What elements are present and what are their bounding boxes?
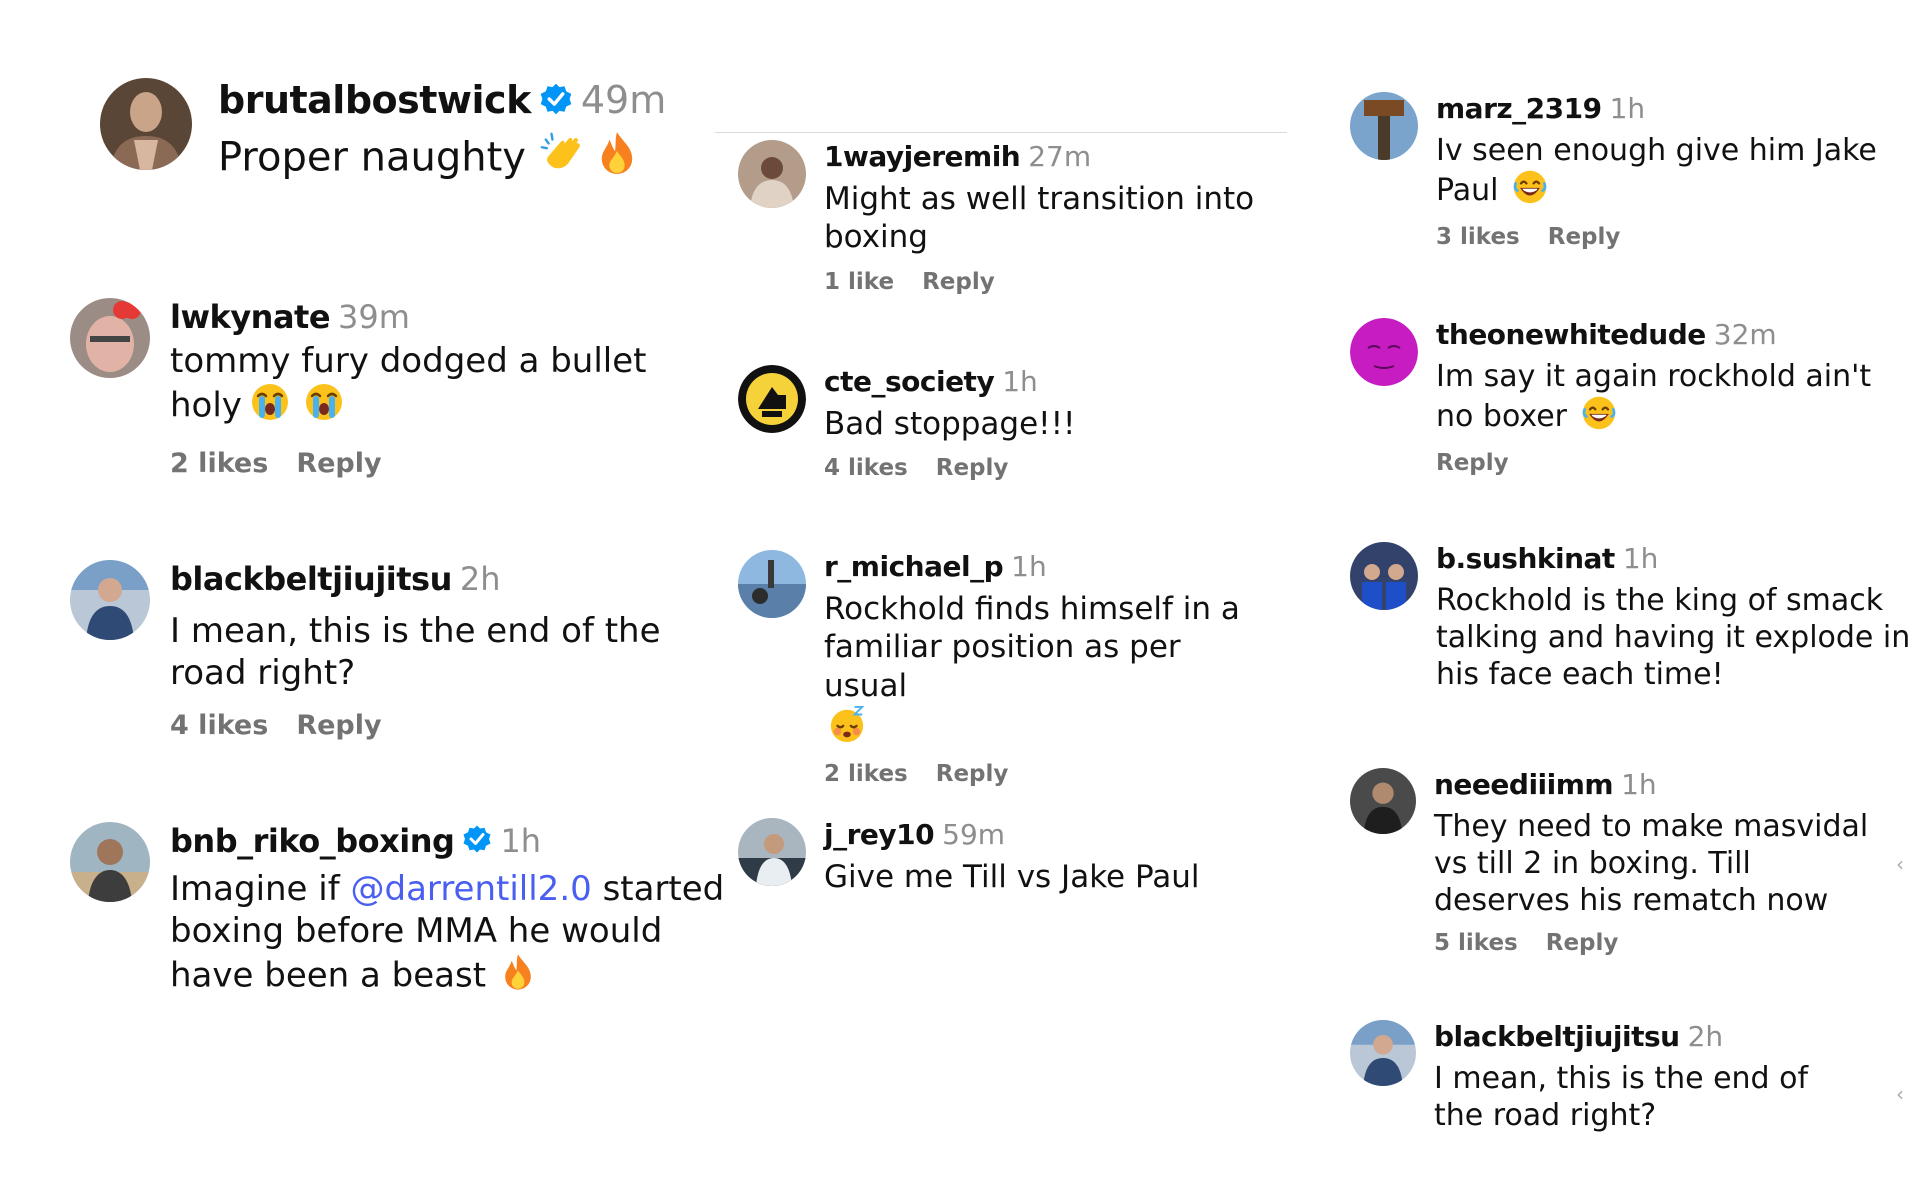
comment-blackbeltjiujitsu-2: blackbeltjiujitsu 2h I mean, this is the … [1350, 1020, 1920, 1160]
comment-lwkynate: lwkynate 39m tommy fury dodged a bullet h… [70, 298, 710, 508]
comment-time: 32m [1713, 318, 1777, 351]
comment-text: Give me Till vs Jake Paul [824, 859, 1200, 895]
comment-theonewhitedude: theonewhitedude 32m Im say it again rockh… [1350, 318, 1920, 498]
divider [715, 132, 1287, 133]
comment-username[interactable]: blackbeltjiujitsu [170, 560, 452, 598]
comment-username[interactable]: theonewhitedude [1436, 318, 1706, 351]
laughing-face-emoji-icon [1581, 395, 1617, 440]
reply-button[interactable]: Reply [1436, 450, 1509, 476]
comment-text: I mean, this is the end of the road righ… [1434, 1061, 1809, 1134]
avatar[interactable] [70, 822, 150, 902]
comment-username[interactable]: cte_society [824, 365, 995, 398]
comment-username[interactable]: marz_2319 [1436, 92, 1602, 125]
comment-username[interactable]: lwkynate [170, 298, 331, 336]
comment-blackbeltjiujitsu: blackbeltjiujitsu 2h I mean, this is the … [70, 560, 710, 770]
avatar[interactable] [1350, 1020, 1416, 1086]
comment-time: 2h [1687, 1020, 1724, 1053]
comment-text: Rockhold finds himself in a familiar pos… [824, 591, 1240, 704]
avatar[interactable] [100, 78, 192, 170]
comment-time: 59m [942, 818, 1006, 851]
verified-badge-icon [462, 824, 492, 862]
comment-time: 27m [1028, 140, 1092, 173]
comment-text: Might as well transition into boxing [824, 181, 1255, 256]
reply-button[interactable]: Reply [296, 710, 381, 741]
fire-emoji-icon [598, 130, 636, 189]
comment-time: 2h [459, 560, 501, 598]
comment-time: 1h [1011, 550, 1047, 583]
comment-username[interactable]: r_michael_p [824, 550, 1004, 583]
comment-brutalbostwick: brutalbostwick 49m Proper naughty [100, 78, 700, 198]
comment-username[interactable]: brutalbostwick [218, 78, 531, 122]
comment-time: 1h [1621, 768, 1657, 801]
laughing-face-emoji-icon [1512, 169, 1548, 214]
reply-button[interactable]: Reply [1546, 930, 1619, 956]
scroll-chevron-icon: ‹ [1896, 852, 1904, 876]
avatar[interactable] [1350, 92, 1418, 160]
comment-text: Bad stoppage!!! [824, 406, 1076, 442]
comment-username[interactable]: j_rey10 [824, 818, 935, 851]
likes-count[interactable]: 3 likes [1436, 224, 1520, 250]
comment-r-michael-p: r_michael_p 1h Rockhold finds himself in … [738, 550, 1298, 787]
verified-badge-icon [539, 81, 573, 125]
comment-text: Proper naughty [218, 134, 526, 181]
comment-neeediiimm: neeediiimm 1h They need to make masvidal … [1350, 768, 1920, 988]
reply-button[interactable]: Reply [922, 269, 995, 295]
comment-b-sushkinat: b.sushkinat 1h Rockhold is the king of sm… [1350, 542, 1920, 722]
likes-count[interactable]: 4 likes [170, 710, 268, 741]
mention-link[interactable]: @darrentill2.0 [351, 869, 592, 909]
avatar[interactable] [738, 140, 806, 208]
comment-bnb-riko-boxing: bnb_riko_boxing 1h Imagine if @darrentill… [70, 822, 730, 1022]
comment-1wayjeremih: 1wayjeremih 27m Might as well transition … [738, 140, 1298, 330]
comment-j-rey10: j_rey10 59m Give me Till vs Jake Paul [738, 818, 1298, 918]
likes-count[interactable]: 5 likes [1434, 930, 1518, 956]
comment-text: Iv seen enough give him Jake Paul [1436, 133, 1877, 209]
comment-time: 39m [338, 298, 410, 336]
likes-count[interactable]: 2 likes [824, 761, 908, 787]
comment-username[interactable]: bnb_riko_boxing [170, 822, 455, 860]
reply-button[interactable]: Reply [936, 761, 1009, 787]
comment-text: I mean, this is the end of the road righ… [170, 611, 661, 694]
comment-username[interactable]: b.sushkinat [1436, 542, 1615, 575]
comment-text: Rockhold is the king of smack talking an… [1436, 583, 1911, 693]
comment-time: 1h [1609, 92, 1646, 125]
clap-emoji-icon [540, 130, 586, 189]
avatar[interactable] [738, 550, 806, 618]
comment-username[interactable]: blackbeltjiujitsu [1434, 1020, 1680, 1053]
comment-time: 49m [580, 78, 667, 122]
crying-face-emoji-icon [250, 382, 290, 432]
avatar[interactable] [738, 365, 806, 433]
fire-emoji-icon [502, 952, 534, 1002]
comment-marz-2319: marz_2319 1h Iv seen enough give him Jake… [1350, 92, 1920, 272]
reply-button[interactable]: Reply [936, 455, 1009, 481]
comment-username[interactable]: 1wayjeremih [824, 140, 1021, 173]
avatar[interactable] [70, 560, 150, 640]
comment-text: tommy fury dodged a bullet holy [170, 341, 647, 426]
avatar[interactable] [738, 818, 806, 886]
likes-count[interactable]: 1 like [824, 269, 894, 295]
avatar[interactable] [1350, 542, 1418, 610]
scroll-chevron-icon: ‹ [1896, 1082, 1904, 1106]
comment-text: Imagine if [170, 869, 340, 909]
comment-text: They need to make masvidal vs till 2 in … [1434, 809, 1869, 919]
crying-face-emoji-icon [304, 382, 344, 432]
likes-count[interactable]: 4 likes [824, 455, 908, 481]
reply-button[interactable]: Reply [1548, 224, 1621, 250]
comment-time: 1h [500, 822, 542, 860]
comment-time: 1h [1622, 542, 1659, 575]
reply-button[interactable]: Reply [296, 448, 381, 479]
likes-count[interactable]: 2 likes [170, 448, 268, 479]
comment-text: Im say it again rockhold ain't no boxer [1436, 359, 1872, 435]
comment-time: 1h [1002, 365, 1038, 398]
sleepy-face-emoji-icon [828, 705, 866, 752]
avatar[interactable] [1350, 318, 1418, 386]
avatar[interactable] [70, 298, 150, 378]
comment-username[interactable]: neeediiimm [1434, 768, 1614, 801]
comment-cte-society: cte_society 1h Bad stoppage!!! 4 likes Rep… [738, 365, 1298, 505]
avatar[interactable] [1350, 768, 1416, 834]
